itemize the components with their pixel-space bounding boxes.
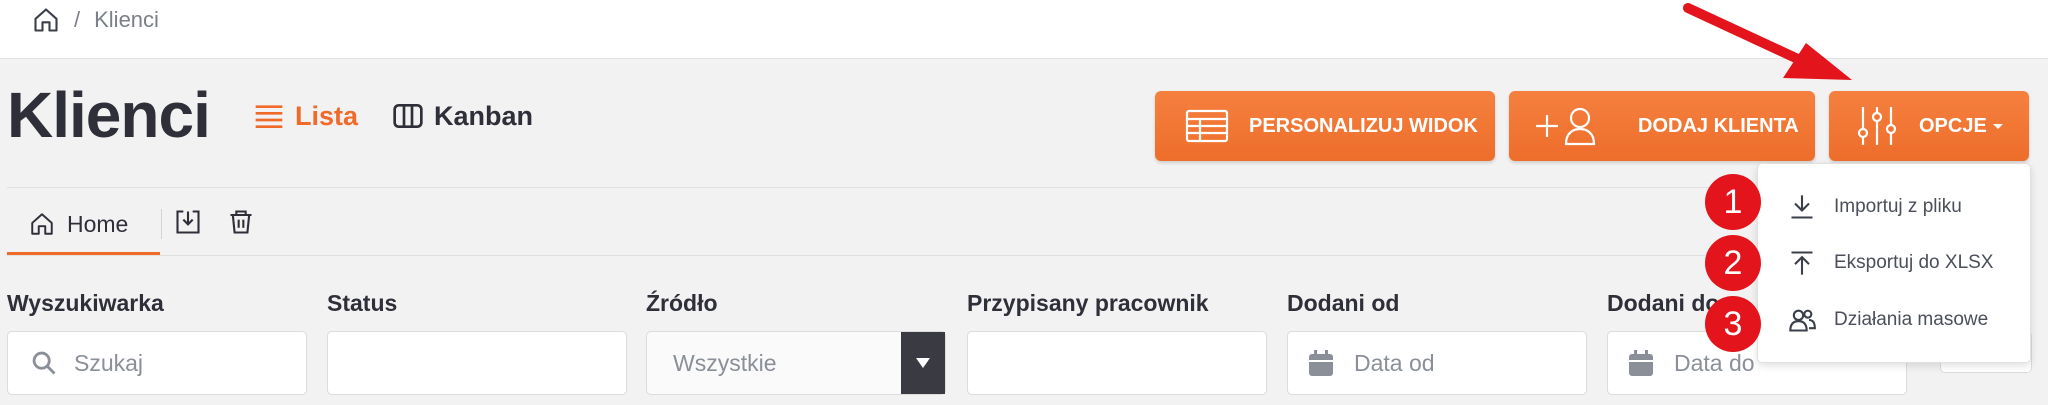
- search-input[interactable]: Szukaj: [7, 331, 307, 395]
- home-icon: [31, 213, 53, 235]
- calendar-icon: [1629, 350, 1653, 376]
- added-from-input[interactable]: Data od: [1287, 331, 1587, 395]
- search-placeholder: Szukaj: [74, 349, 144, 376]
- employee-input[interactable]: [967, 331, 1267, 395]
- employee-label: Przypisany pracownik: [967, 290, 1209, 316]
- source-value: Wszystkie: [673, 349, 777, 376]
- status-label: Status: [327, 290, 398, 316]
- caret-down-icon: [1992, 123, 2003, 129]
- added-from-placeholder: Data od: [1354, 349, 1435, 376]
- download-icon: [1791, 195, 1813, 219]
- dropdown-arrow-icon[interactable]: [901, 332, 945, 394]
- calendar-icon: [1309, 350, 1333, 376]
- breadcrumb: / Klienci: [32, 6, 159, 34]
- home-icon[interactable]: [32, 6, 60, 34]
- view-kanban-label: Kanban: [434, 100, 534, 131]
- add-user-icon: [1536, 107, 1596, 146]
- list-icon: [255, 105, 283, 128]
- menu-item-export-label: Eksportuj do XLSX: [1834, 252, 1994, 273]
- tab-separator: [161, 209, 162, 239]
- users-icon: [1789, 309, 1816, 332]
- customize-view-label: PERSONALIZUJ WIDOK: [1249, 114, 1478, 137]
- menu-item-import-label: Importuj z pliku: [1834, 196, 1962, 217]
- sliders-icon: [1857, 107, 1897, 145]
- view-lista-label: Lista: [295, 100, 359, 131]
- menu-item-bulk-actions[interactable]: Działania masowe: [1788, 300, 1988, 340]
- status-input[interactable]: [327, 331, 627, 395]
- annotation-badge-1: 1: [1705, 174, 1761, 230]
- trash-icon[interactable]: [227, 208, 255, 236]
- top-bar: / Klienci: [0, 0, 2048, 59]
- added-to-placeholder: Data do: [1674, 349, 1755, 376]
- menu-item-bulk-actions-label: Działania masowe: [1834, 309, 1989, 330]
- upload-icon: [1791, 251, 1813, 275]
- annotation-badge-2: 2: [1705, 235, 1761, 291]
- options-dropdown-menu: Importuj z pliku Eksportuj do XLSX Dział…: [1757, 163, 2031, 363]
- breadcrumb-current: Klienci: [94, 7, 159, 32]
- options-button[interactable]: OPCJE: [1829, 91, 2029, 161]
- tab-home[interactable]: Home: [7, 196, 160, 255]
- view-lista[interactable]: Lista: [253, 100, 358, 132]
- breadcrumb-separator: /: [74, 7, 81, 32]
- view-kanban[interactable]: Kanban: [392, 100, 533, 132]
- customize-view-button[interactable]: PERSONALIZUJ WIDOK: [1155, 91, 1495, 161]
- source-select[interactable]: Wszystkie: [646, 331, 946, 395]
- divider: [7, 255, 1757, 256]
- add-client-label: DODAJ KLIENTA: [1638, 114, 1799, 137]
- options-label: OPCJE: [1919, 115, 2003, 138]
- menu-item-export[interactable]: Eksportuj do XLSX: [1788, 243, 1993, 283]
- search-icon: [32, 351, 56, 375]
- divider: [7, 187, 1757, 188]
- added-from-label: Dodani od: [1287, 290, 1400, 316]
- page-title: Klienci: [7, 79, 211, 151]
- add-client-button[interactable]: DODAJ KLIENTA: [1509, 91, 1815, 161]
- menu-item-import[interactable]: Importuj z pliku: [1788, 187, 1962, 227]
- save-tab-icon[interactable]: [174, 208, 202, 236]
- tab-home-label: Home: [67, 210, 129, 237]
- table-icon: [1185, 109, 1229, 143]
- kanban-icon: [393, 104, 423, 128]
- search-label: Wyszukiwarka: [7, 290, 164, 316]
- source-label: Źródło: [646, 290, 718, 316]
- annotation-badge-3: 3: [1705, 296, 1761, 352]
- added-to-label: Dodani do: [1607, 290, 1720, 316]
